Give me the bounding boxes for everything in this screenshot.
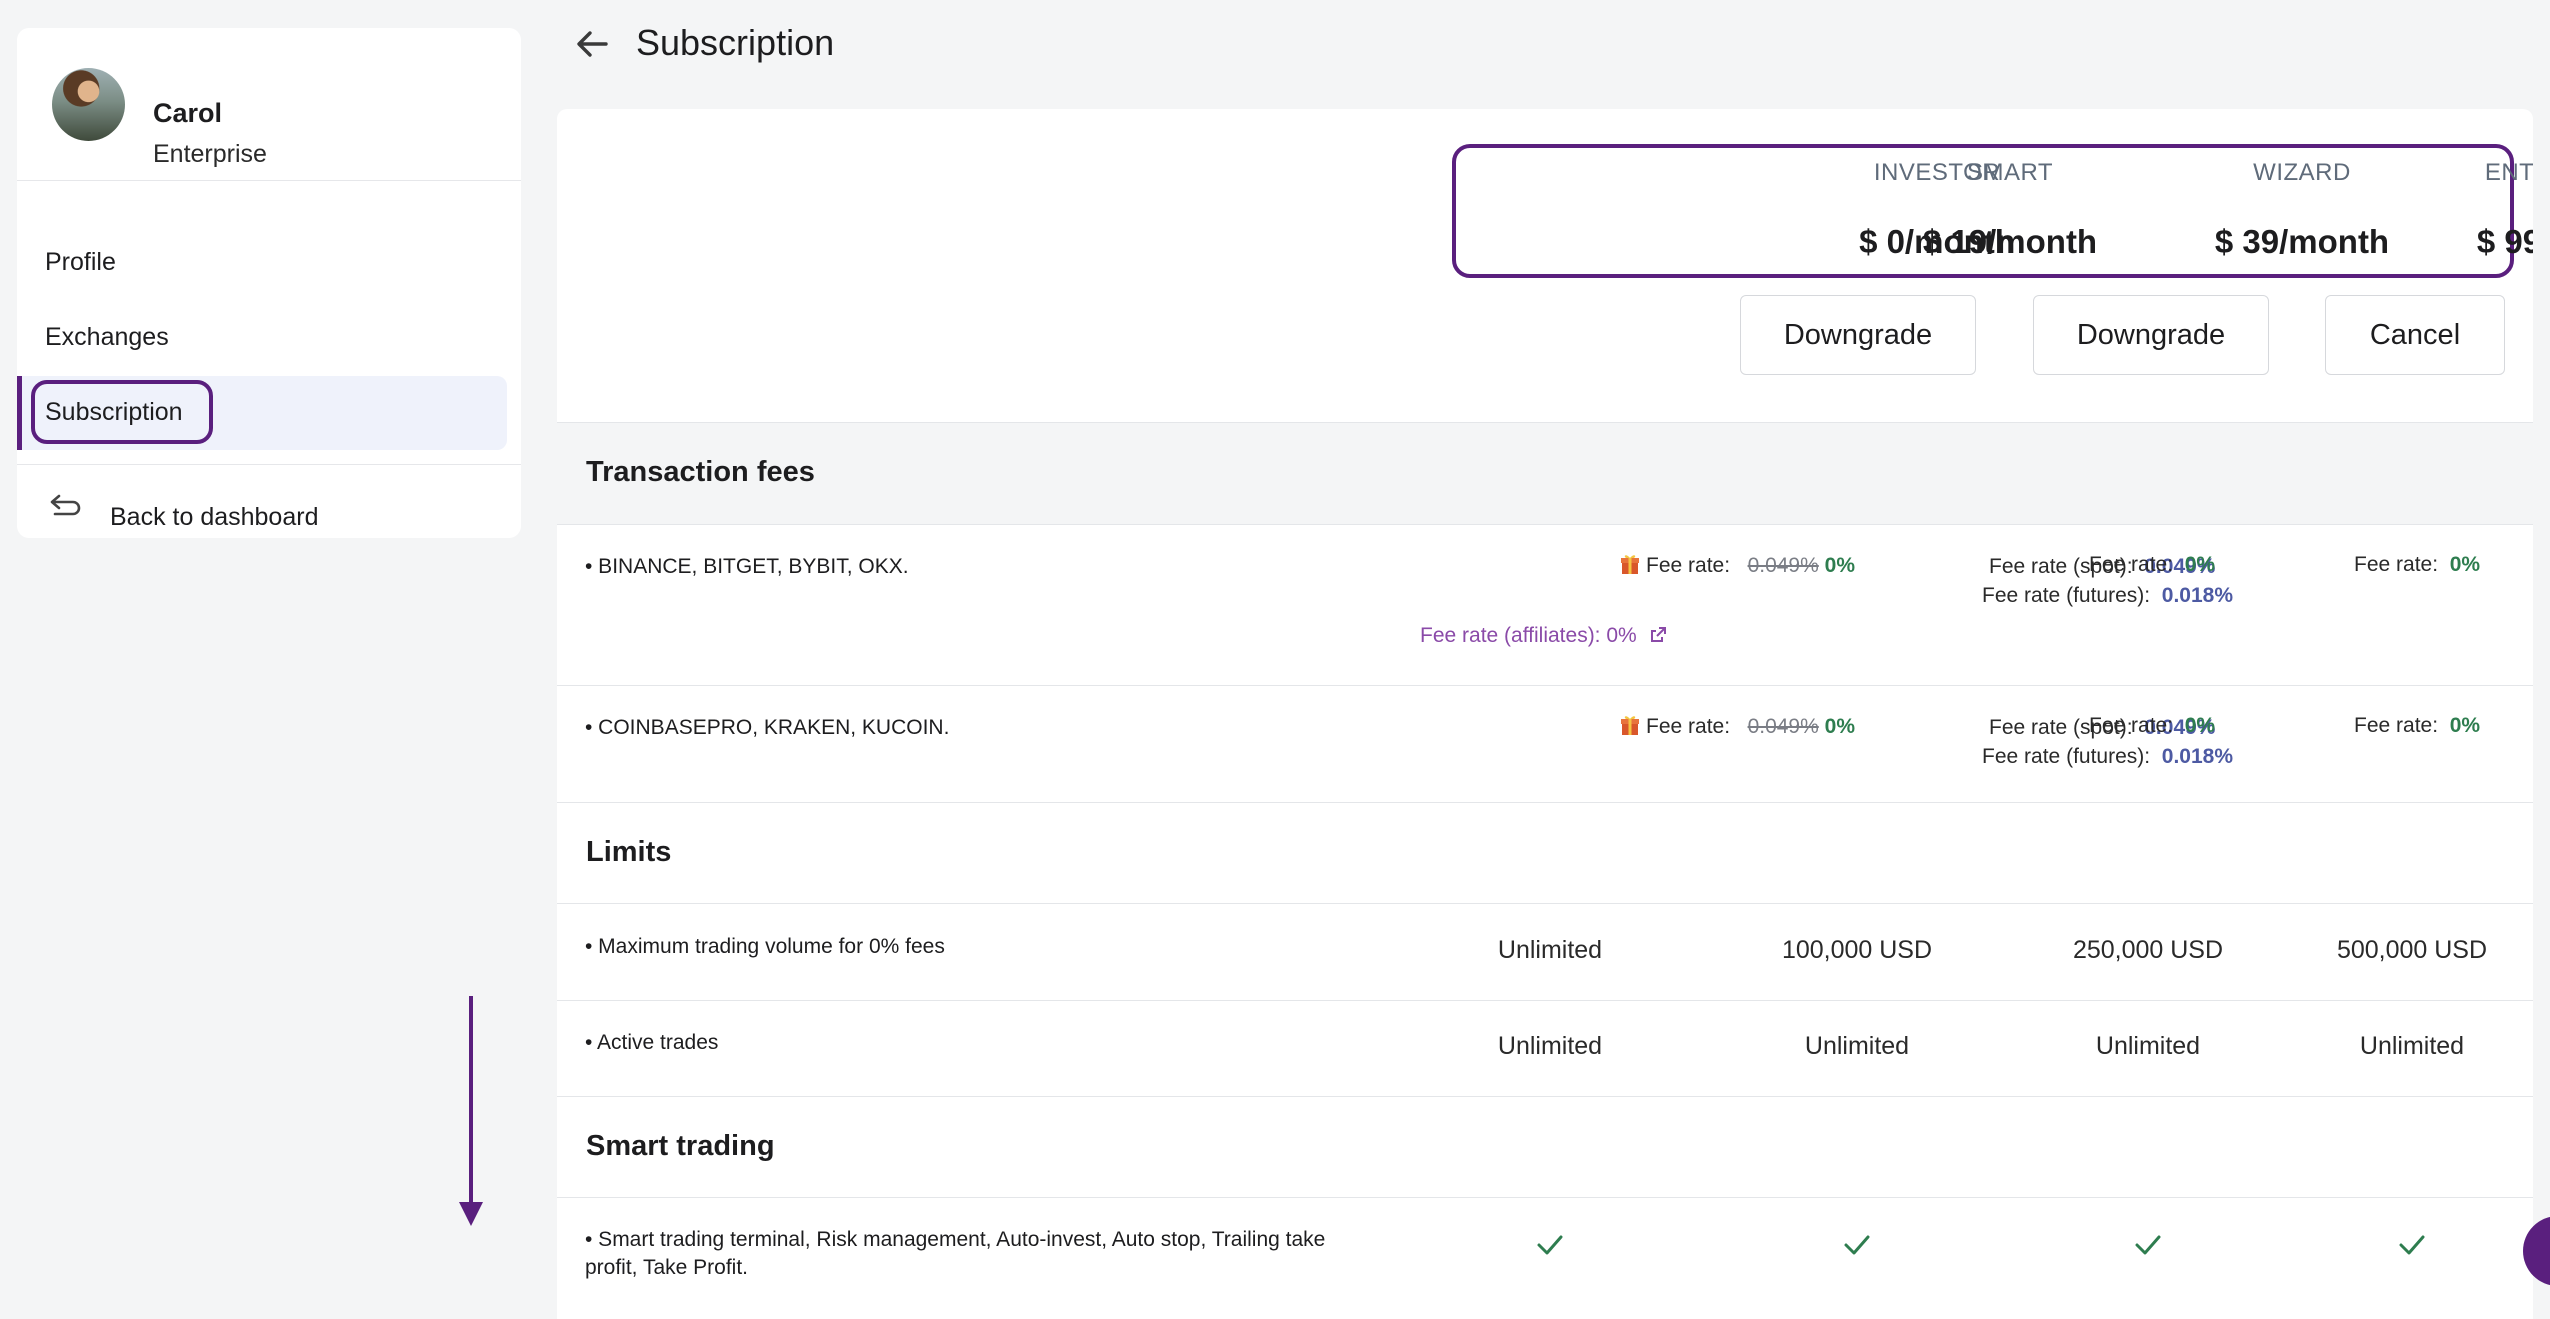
- plan-price-enterprise: $ 99/month: [2476, 223, 2533, 260]
- page-title: Subscription: [636, 22, 835, 63]
- gift-icon: [1621, 716, 1639, 735]
- plan-price-wizard: $ 39/month: [2214, 223, 2390, 260]
- limit-value: Unlimited: [1497, 936, 1603, 964]
- limits-row-label: • Maximum trading volume for 0% fees: [585, 935, 945, 958]
- sidebar: Carol Enterprise Profile Exchanges Subsc…: [17, 28, 521, 538]
- external-link-icon: [1650, 627, 1666, 642]
- downgrade-smart-button[interactable]: Downgrade: [1740, 295, 1976, 375]
- section-transaction-fees: Transaction fees: [557, 422, 2533, 525]
- check-icon: [1537, 1235, 1563, 1255]
- fee-wizard: Fee rate: 0%: [2089, 553, 2216, 576]
- check-icon: [1844, 1235, 1870, 1255]
- plan-price-smart: $ 19/month: [1922, 223, 2098, 260]
- section-title: Transaction fees: [586, 456, 815, 488]
- affiliates-fee-link[interactable]: Fee rate (affiliates): 0%: [1420, 624, 1667, 648]
- active-indicator: [17, 376, 22, 450]
- gift-icon: [1621, 555, 1639, 574]
- fee-row-label: • BINANCE, BITGET, BYBIT, OKX.: [585, 555, 909, 578]
- return-icon: [50, 494, 81, 516]
- cancel-enterprise-button[interactable]: Cancel: [2325, 295, 2505, 375]
- user-name: Carol: [153, 98, 223, 128]
- sidebar-item-profile[interactable]: Profile: [45, 248, 116, 277]
- limits-row-label: • Active trades: [585, 1031, 719, 1054]
- sidebar-item-exchanges[interactable]: Exchanges: [45, 323, 169, 352]
- scroll-down-arrow-icon: [459, 996, 483, 1226]
- plan-name-wizard: WIZARD: [2253, 159, 2351, 186]
- plan-name-enterprise: ENTERPRISE: [2484, 159, 2533, 186]
- row-divider: [557, 685, 2533, 686]
- avatar[interactable]: [52, 68, 125, 141]
- user-block: Carol Enterprise: [17, 28, 521, 181]
- fee-enterprise: Fee rate: 0%: [2354, 553, 2481, 576]
- fee-smart: Fee rate: 0.049% 0%: [1620, 553, 1855, 578]
- downgrade-wizard-button[interactable]: Downgrade: [2033, 295, 2269, 375]
- back-arrow-icon[interactable]: [572, 24, 612, 64]
- smart-trading-row-label: • Smart trading terminal, Risk managemen…: [585, 1228, 1326, 1279]
- section-limits: Limits: [557, 802, 2533, 904]
- limit-value: Unlimited: [1804, 1032, 1910, 1060]
- section-smart-trading: Smart trading: [557, 1096, 2533, 1198]
- section-title: Limits: [586, 836, 672, 868]
- limit-value: 500,000 USD: [2336, 936, 2488, 964]
- subscription-table: INVESTOR $ 0/month SMART $ 19/month WIZA…: [557, 109, 2533, 1319]
- fee-row-label: • COINBASEPRO, KRAKEN, KUCOIN.: [585, 716, 950, 739]
- sidebar-item-label[interactable]: Subscription: [45, 398, 183, 427]
- fee-enterprise: Fee rate: 0%: [2354, 714, 2481, 737]
- limit-value: Unlimited: [1497, 1032, 1603, 1060]
- check-icon: [2135, 1235, 2161, 1255]
- section-title: Smart trading: [586, 1130, 775, 1162]
- divider: [17, 464, 521, 465]
- user-plan: Enterprise: [153, 140, 267, 168]
- back-to-dashboard-link[interactable]: Back to dashboard: [110, 503, 318, 532]
- row-divider: [557, 1000, 2533, 1001]
- fee-smart: Fee rate: 0.049% 0%: [1620, 714, 1855, 739]
- limit-value: 100,000 USD: [1781, 936, 1933, 964]
- limit-value: Unlimited: [2359, 1032, 2465, 1060]
- plan-name-smart: SMART: [1966, 159, 2054, 186]
- check-icon: [2399, 1235, 2425, 1255]
- fee-wizard: Fee rate: 0%: [2089, 714, 2216, 737]
- limit-value: Unlimited: [2095, 1032, 2201, 1060]
- limit-value: 250,000 USD: [2072, 936, 2224, 964]
